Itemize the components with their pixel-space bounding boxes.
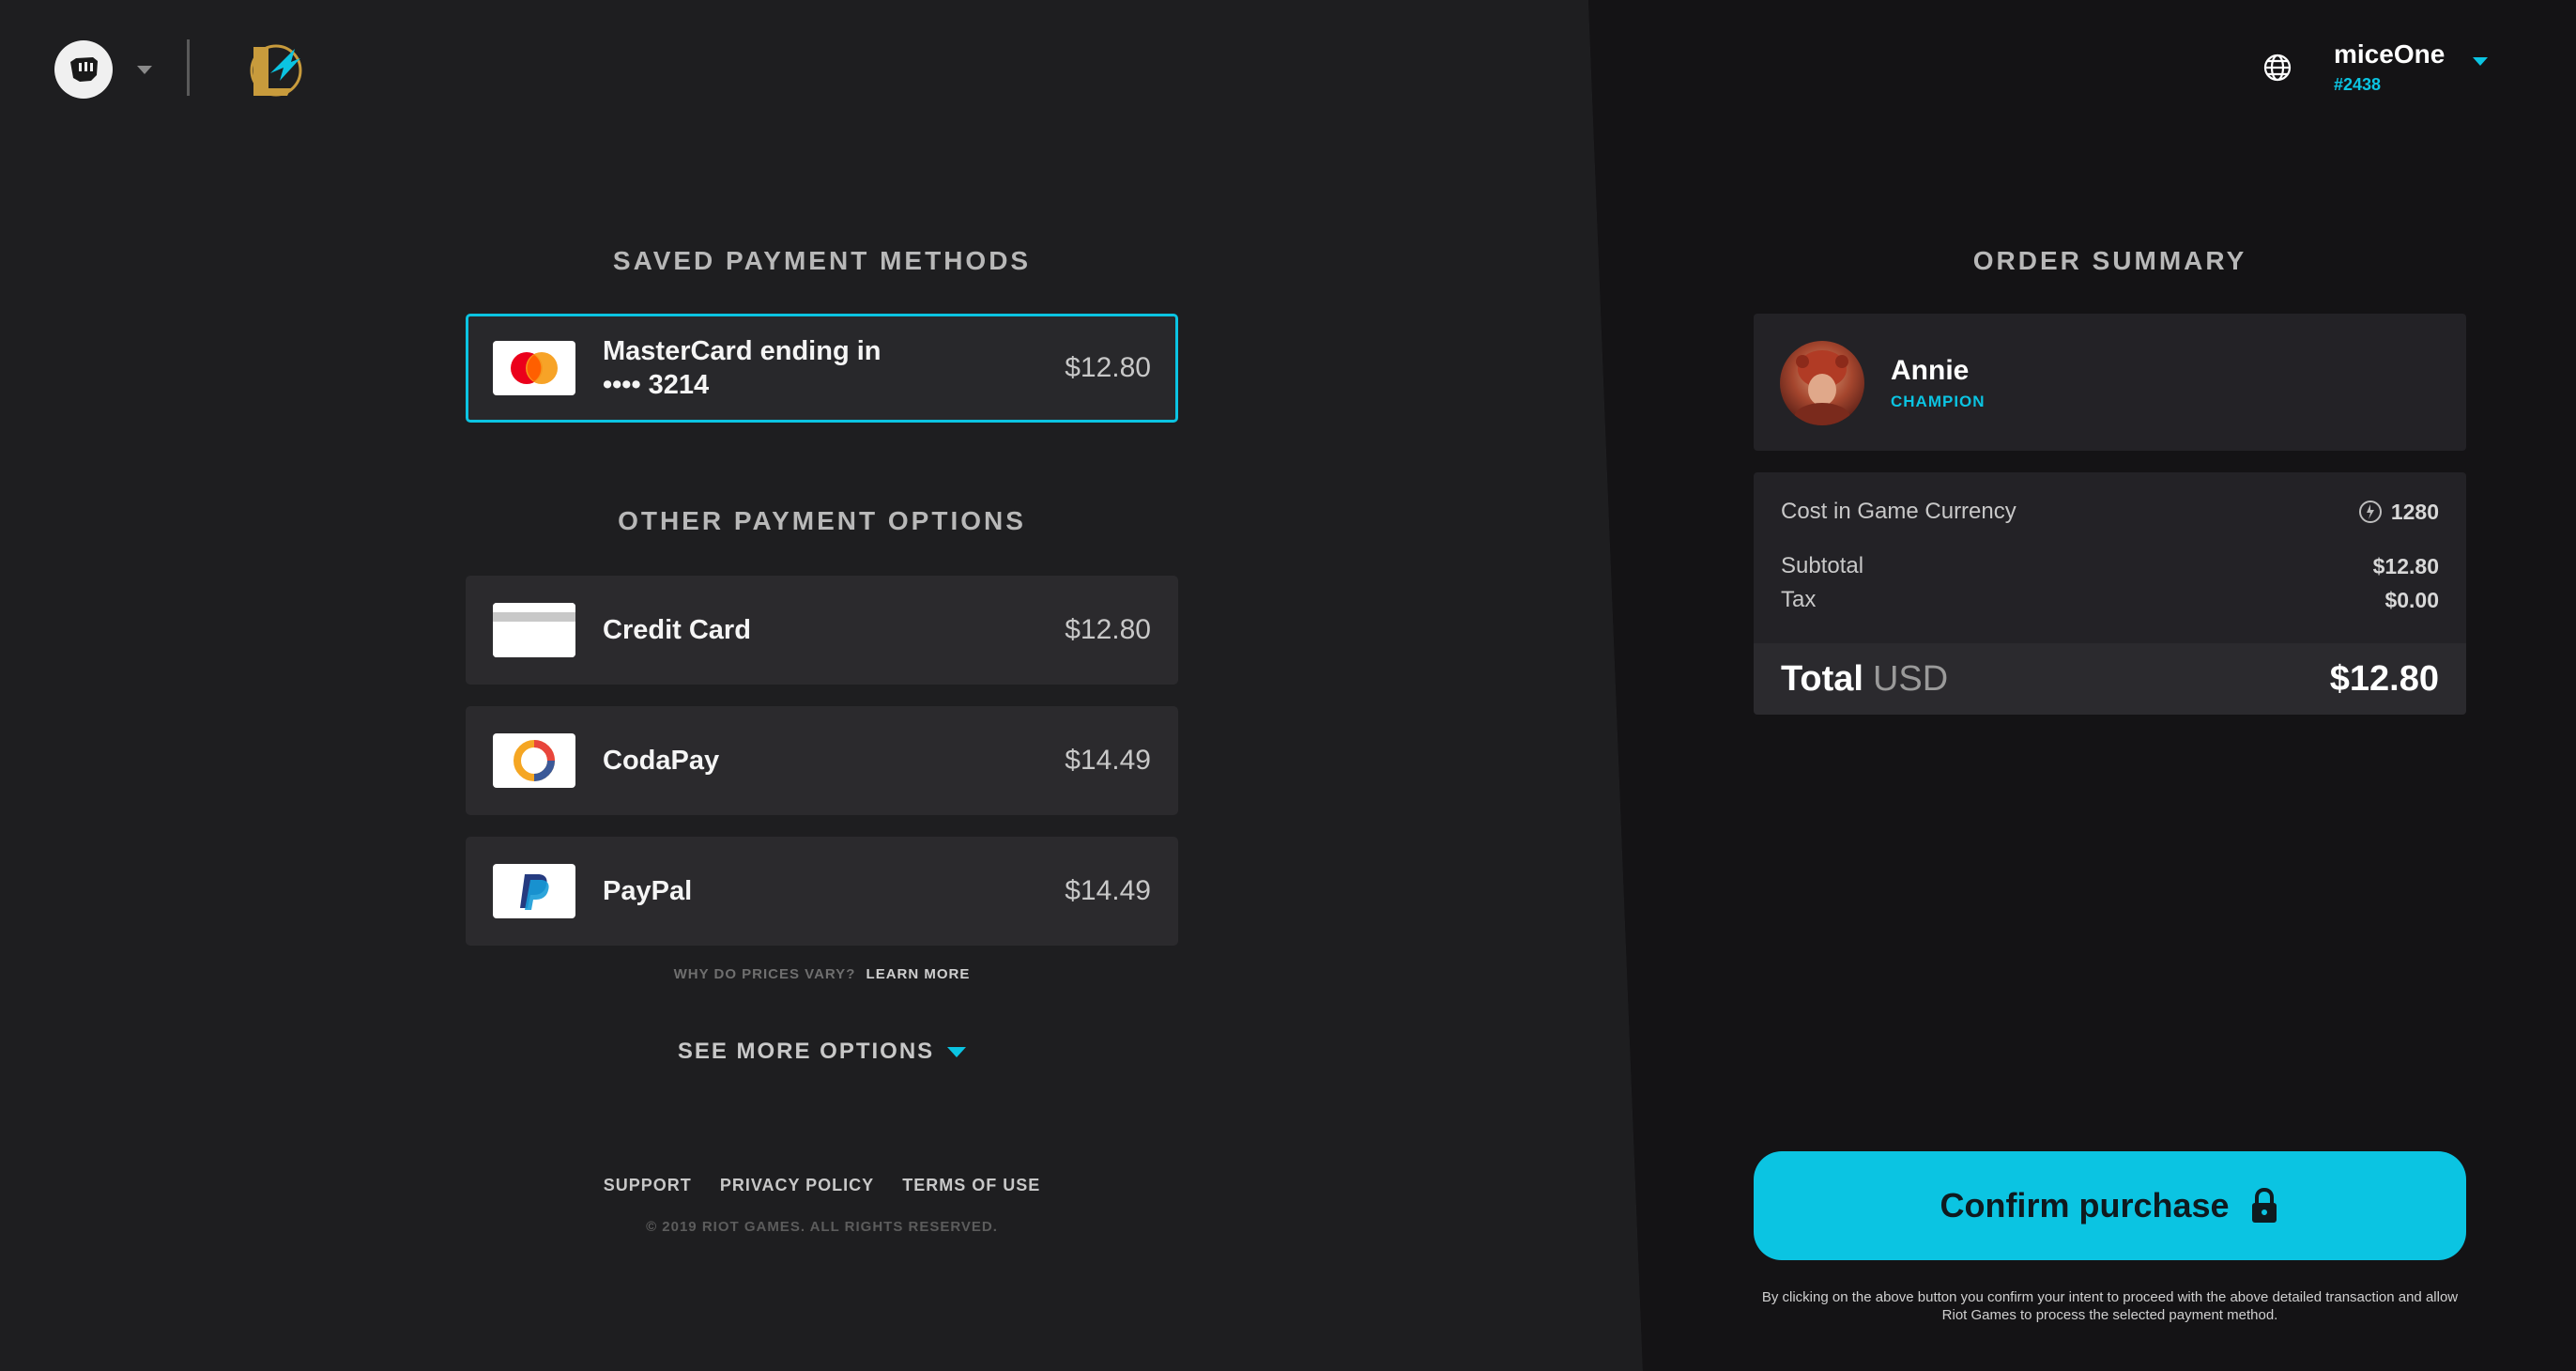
see-more-label: SEE MORE OPTIONS: [677, 1039, 935, 1064]
cost-in-game-value: 1280: [2390, 499, 2439, 524]
saved-payment-methods-title: SAVED PAYMENT METHODS: [612, 246, 1032, 275]
copyright: © 2019 RIOT GAMES. ALL RIGHTS RESERVED.: [646, 1219, 998, 1235]
payment-option-price: $12.80: [1065, 614, 1151, 645]
payment-option-paypal[interactable]: PayPal $14.49: [466, 837, 1178, 946]
username[interactable]: miceOne: [2334, 39, 2445, 69]
header-divider: [187, 39, 190, 96]
card-label-line1: MasterCard ending in: [603, 336, 882, 366]
total-label: Total: [1781, 658, 1863, 699]
payment-option-codapay[interactable]: CodaPay $14.49: [466, 706, 1178, 815]
prices-vary-question: WHY DO PRICES VARY?: [673, 966, 856, 982]
prices-vary-note: WHY DO PRICES VARY? LEARN MORE: [466, 966, 1178, 982]
total-value: $12.80: [2329, 658, 2439, 699]
cost-in-game-row: Cost in Game Currency 1280: [1781, 499, 2439, 525]
chevron-down-icon: [947, 1047, 967, 1058]
subtotal-row: Subtotal $12.80: [1781, 553, 2439, 579]
globe-icon[interactable]: [2262, 53, 2292, 83]
credit-card-icon: [493, 603, 575, 657]
cost-in-game-label: Cost in Game Currency: [1781, 499, 2016, 524]
confirm-purchase-label: Confirm purchase: [1940, 1186, 2230, 1225]
league-of-legends-icon[interactable]: [242, 38, 308, 103]
payment-option-label: MasterCard ending in •••• 3214: [603, 334, 882, 402]
payment-option-mastercard[interactable]: MasterCard ending in •••• 3214 $12.80: [466, 314, 1178, 423]
see-more-options-button[interactable]: SEE MORE OPTIONS: [466, 1039, 1178, 1065]
subtotal-value: $12.80: [2372, 553, 2439, 578]
payment-option-price: $12.80: [1065, 352, 1151, 383]
tax-row: Tax $0.00: [1781, 587, 2439, 613]
other-payment-options-title: OTHER PAYMENT OPTIONS: [618, 506, 1026, 535]
item-name: Annie: [1891, 355, 1970, 386]
payment-option-credit-card[interactable]: Credit Card $12.80: [466, 576, 1178, 685]
footer-links: SUPPORT PRIVACY POLICY TERMS OF USE: [466, 1176, 1178, 1195]
paypal-icon: [493, 864, 575, 918]
confirm-purchase-button[interactable]: Confirm purchase: [1754, 1151, 2466, 1260]
champion-avatar: [1780, 341, 1864, 425]
payment-option-price: $14.49: [1065, 745, 1151, 776]
tax-value: $0.00: [2384, 587, 2439, 612]
riot-menu-chevron-down-icon[interactable]: [137, 66, 152, 74]
payment-option-price: $14.49: [1065, 875, 1151, 906]
payment-option-label: PayPal: [603, 876, 693, 906]
privacy-policy-link[interactable]: PRIVACY POLICY: [720, 1176, 874, 1194]
riot-points-icon: [2358, 501, 2382, 523]
order-item-card: Annie CHAMPION: [1754, 314, 2466, 451]
cost-breakdown: Cost in Game Currency 1280 Subtotal $12.…: [1754, 472, 2466, 715]
card-label-line2: •••• 3214: [603, 370, 710, 400]
mastercard-icon: [493, 341, 575, 395]
item-type: CHAMPION: [1891, 393, 1986, 410]
total-currency: USD: [1872, 658, 1949, 699]
codapay-icon: [493, 733, 575, 788]
learn-more-link[interactable]: LEARN MORE: [866, 966, 971, 982]
support-link[interactable]: SUPPORT: [604, 1176, 692, 1194]
lock-icon: [2251, 1187, 2277, 1223]
tax-label: Tax: [1781, 587, 1817, 612]
user-tag: #2438: [2334, 75, 2382, 94]
total-row: Total USD $12.80: [1754, 643, 2466, 715]
payment-option-label: CodaPay: [603, 746, 720, 776]
purchase-disclaimer: By clicking on the above button you conf…: [1761, 1289, 2459, 1323]
subtotal-label: Subtotal: [1781, 553, 1864, 578]
payment-option-label: Credit Card: [603, 615, 751, 645]
user-menu-chevron-down-icon[interactable]: [2473, 57, 2488, 66]
riot-fist-icon[interactable]: [54, 40, 113, 99]
order-summary-title: ORDER SUMMARY: [1972, 246, 2247, 275]
terms-of-use-link[interactable]: TERMS OF USE: [902, 1176, 1040, 1194]
